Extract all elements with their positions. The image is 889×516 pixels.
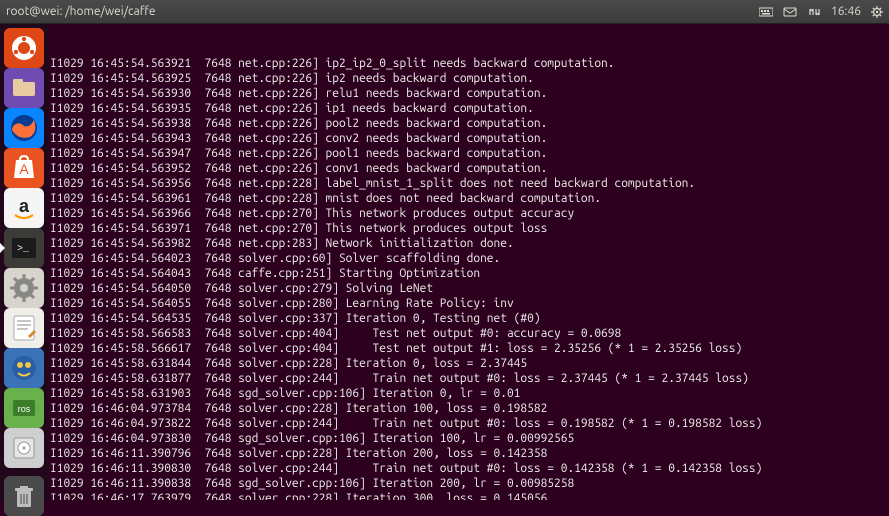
amazon-icon[interactable]: a xyxy=(4,188,44,228)
terminal-line: I1029 16:45:54.563947 7648 net.cpp:226] … xyxy=(50,146,889,161)
unity-launcher: Aa >_ros xyxy=(0,24,48,500)
terminal-line: I1029 16:46:04.973822 7648 solver.cpp:24… xyxy=(50,416,889,431)
mail-icon[interactable] xyxy=(783,6,797,18)
terminal-line: I1029 16:45:54.563966 7648 net.cpp:270] … xyxy=(50,206,889,221)
terminal-line: I1029 16:45:54.563938 7648 net.cpp:226] … xyxy=(50,116,889,131)
terminal-line: I1029 16:45:54.564043 7648 caffe.cpp:251… xyxy=(50,266,889,281)
terminal-line: I1029 16:45:54.563921 7648 net.cpp:226] … xyxy=(50,56,889,71)
terminal-line: I1029 16:45:54.563943 7648 net.cpp:226] … xyxy=(50,131,889,146)
window-title: root@wei: /home/wei/caffe xyxy=(6,5,156,18)
terminal-line: I1029 16:45:54.564050 7648 solver.cpp:27… xyxy=(50,281,889,296)
text-editor-icon[interactable] xyxy=(4,308,44,348)
firefox-icon[interactable] xyxy=(4,108,44,148)
settings-icon[interactable] xyxy=(4,268,44,308)
clock-label[interactable]: 16:46 xyxy=(831,5,861,18)
dash-icon[interactable] xyxy=(4,28,44,68)
ros-icon[interactable]: ros xyxy=(4,388,44,428)
terminal-line: I1029 16:45:58.631844 7648 solver.cpp:22… xyxy=(50,356,889,371)
software-center-icon[interactable]: A xyxy=(4,148,44,188)
terminal-line: I1029 16:45:54.564055 7648 solver.cpp:28… xyxy=(50,296,889,311)
settings-gear-icon[interactable] xyxy=(871,6,883,18)
terminal-line: I1029 16:45:58.631877 7648 solver.cpp:24… xyxy=(50,371,889,386)
terminal-line: I1029 16:45:54.564023 7648 solver.cpp:60… xyxy=(50,251,889,266)
terminal-line: I1029 16:45:58.631903 7648 sgd_solver.cp… xyxy=(50,386,889,401)
terminal-line: I1029 16:46:04.973830 7648 sgd_solver.cp… xyxy=(50,431,889,446)
disk-icon[interactable] xyxy=(4,428,44,468)
terminal-line: I1029 16:45:54.563982 7648 net.cpp:283] … xyxy=(50,236,889,251)
top-menu-bar: root@wei: /home/wei/caffe 16:46 xyxy=(0,0,889,24)
terminal-line: I1029 16:45:58.566583 7648 solver.cpp:40… xyxy=(50,326,889,341)
files-icon[interactable] xyxy=(4,68,44,108)
terminal-line: I1029 16:45:54.563935 7648 net.cpp:226] … xyxy=(50,101,889,116)
svg-text:a: a xyxy=(19,196,30,216)
terminal-line: I1029 16:46:04.973784 7648 solver.cpp:22… xyxy=(50,401,889,416)
terminal-line: I1029 16:45:54.563952 7648 net.cpp:226] … xyxy=(50,161,889,176)
terminal-line: I1029 16:45:54.563925 7648 net.cpp:226] … xyxy=(50,71,889,86)
terminal-output[interactable]: I1029 16:45:54.563921 7648 net.cpp:226] … xyxy=(0,24,889,500)
terminal-line: I1029 16:46:11.390838 7648 sgd_solver.cp… xyxy=(50,476,889,491)
svg-text:>_: >_ xyxy=(17,244,30,255)
app-icon[interactable] xyxy=(4,348,44,388)
trash-icon[interactable] xyxy=(4,476,44,516)
svg-text:A: A xyxy=(19,161,29,177)
terminal-line: I1029 16:45:54.563961 7648 net.cpp:228] … xyxy=(50,191,889,206)
terminal-line: I1029 16:46:11.390796 7648 solver.cpp:22… xyxy=(50,446,889,461)
terminal-line: I1029 16:45:54.563971 7648 net.cpp:270] … xyxy=(50,221,889,236)
svg-text:ros: ros xyxy=(18,404,31,414)
terminal-line: I1029 16:45:54.564535 7648 solver.cpp:33… xyxy=(50,311,889,326)
terminal-line: I1029 16:46:17.763979 7648 solver.cpp:22… xyxy=(50,491,889,500)
network-icon[interactable] xyxy=(807,6,821,18)
terminal-icon[interactable]: >_ xyxy=(4,228,44,268)
terminal-line: I1029 16:45:54.563956 7648 net.cpp:228] … xyxy=(50,176,889,191)
terminal-line: I1029 16:45:54.563930 7648 net.cpp:226] … xyxy=(50,86,889,101)
keyboard-icon[interactable] xyxy=(759,6,773,18)
terminal-line: I1029 16:46:11.390830 7648 solver.cpp:24… xyxy=(50,461,889,476)
terminal-line: I1029 16:45:58.566617 7648 solver.cpp:40… xyxy=(50,341,889,356)
